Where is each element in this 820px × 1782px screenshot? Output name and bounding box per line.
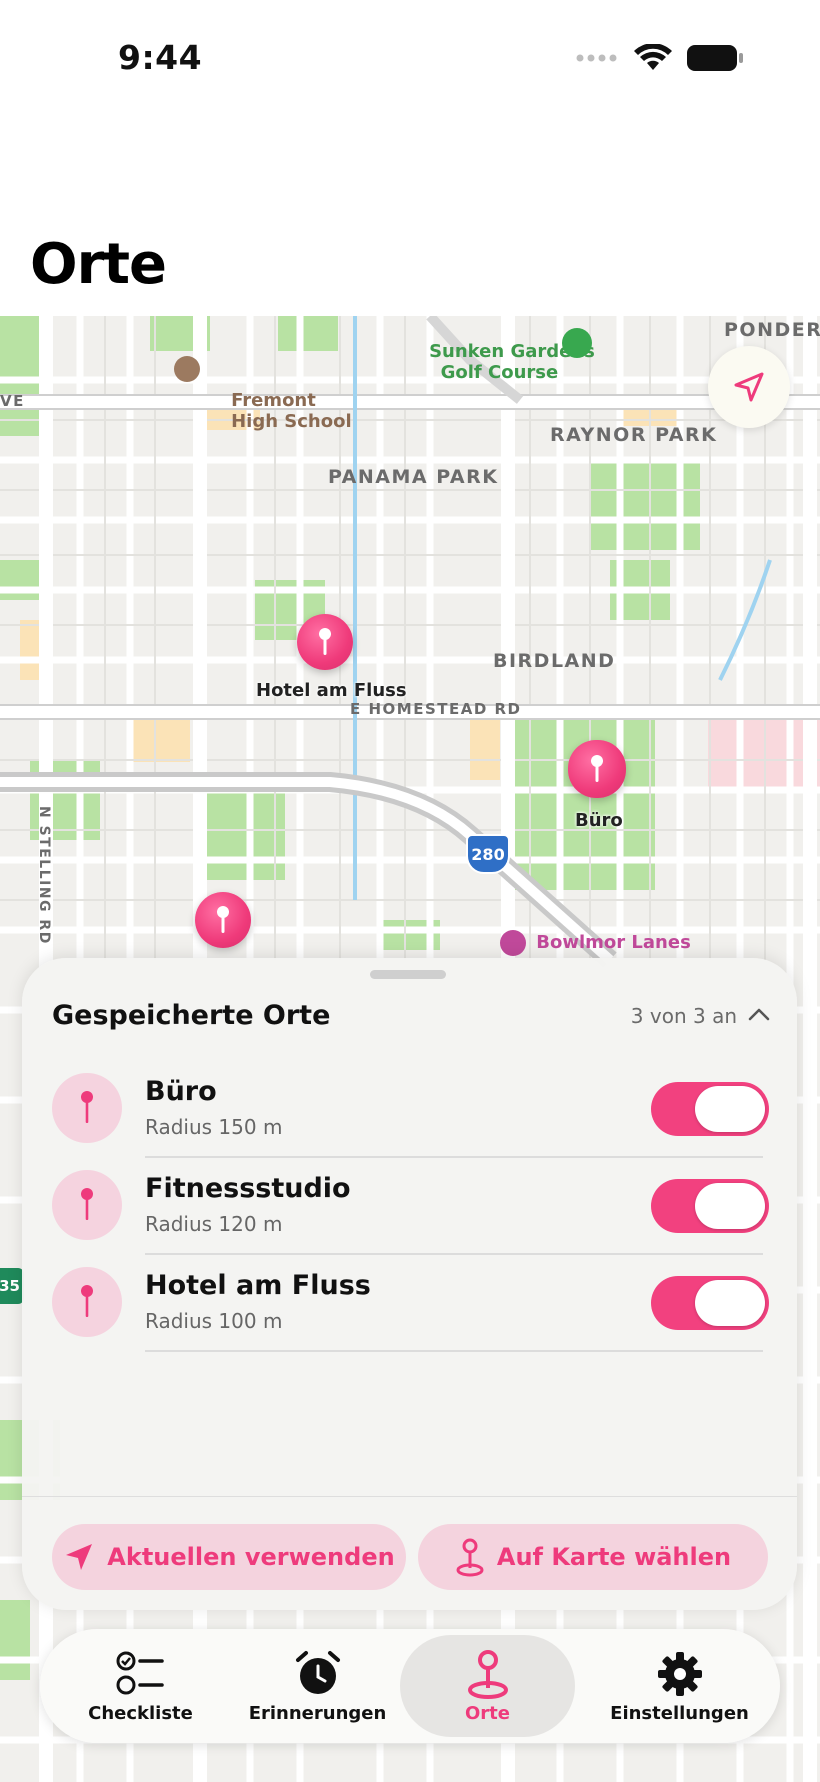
map-pin-icon — [217, 906, 229, 933]
page-title: Orte — [30, 232, 167, 297]
alarm-clock-icon — [294, 1649, 342, 1699]
toggle-knob — [695, 1086, 765, 1132]
place-row-buero[interactable]: Büro Radius 150 m — [52, 1061, 769, 1158]
pick-on-map-button[interactable]: Auf Karte wählen — [418, 1524, 768, 1590]
place-row-fitnessstudio[interactable]: Fitnessstudio Radius 120 m — [52, 1158, 769, 1255]
highway-35-shield: 35 — [0, 1268, 24, 1304]
golf-icon — [562, 328, 592, 358]
cellular-signal-icon — [576, 54, 617, 62]
place-toggle-fitnessstudio[interactable] — [651, 1179, 769, 1233]
place-row-hotel-am-fluss[interactable]: Hotel am Fluss Radius 100 m — [52, 1255, 769, 1352]
map-label-raynor-park: RAYNOR PARK — [550, 424, 718, 446]
status-time: 9:44 — [118, 38, 203, 77]
map-label-bowlmor-lanes: Bowlmor Lanes — [500, 930, 691, 956]
place-name: Büro — [145, 1076, 217, 1107]
battery-icon — [687, 45, 743, 71]
bowling-icon — [500, 930, 526, 956]
map-label-stelling-rd: N STELLING RD — [36, 806, 52, 945]
divider — [145, 1350, 763, 1352]
saved-places-sheet: Gespeicherte Orte 3 von 3 an Büro Radius… — [22, 958, 797, 1610]
location-arrow-icon — [66, 1544, 93, 1570]
tab-erinnerungen[interactable]: Erinnerungen — [230, 1635, 405, 1737]
sheet-footer-divider — [22, 1496, 797, 1497]
map-pin-icon — [591, 755, 603, 782]
use-current-label: Aktuellen verwenden — [107, 1543, 395, 1571]
toggle-knob — [695, 1183, 765, 1229]
place-toggle-buero[interactable] — [651, 1082, 769, 1136]
status-icons — [576, 44, 744, 72]
gear-icon — [656, 1649, 704, 1699]
place-radius: Radius 150 m — [145, 1115, 283, 1139]
place-radius: Radius 100 m — [145, 1309, 283, 1333]
chevron-up-icon[interactable] — [747, 1006, 771, 1022]
place-pin-icon — [52, 1073, 122, 1143]
map-label-fremont: Fremont High School — [174, 348, 352, 453]
tab-einstellungen[interactable]: Einstellungen — [592, 1635, 767, 1737]
map-pin-hotel[interactable] — [297, 614, 353, 670]
map-pin-icon — [319, 628, 331, 655]
location-arrow-icon — [734, 372, 764, 402]
map-pin-label-buero: Büro — [575, 810, 623, 831]
tab-checkliste[interactable]: Checkliste — [53, 1635, 228, 1737]
map-pin-icon — [466, 1649, 510, 1699]
map-label-ponderosa: PONDEROS — [724, 319, 820, 341]
use-current-location-button[interactable]: Aktuellen verwenden — [52, 1524, 406, 1590]
toggle-knob — [695, 1280, 765, 1326]
map-pin-buero[interactable] — [568, 740, 626, 798]
tab-label: Erinnerungen — [248, 1703, 387, 1724]
map-label-golf-course: Sunken Gardens Golf Course — [404, 320, 595, 425]
place-radius: Radius 120 m — [145, 1212, 283, 1236]
tab-label: Einstellungen — [610, 1703, 749, 1724]
place-name: Fitnessstudio — [145, 1173, 351, 1204]
status-bar: 9:44 — [0, 0, 820, 120]
map-pin-label-hotel: Hotel am Fluss — [256, 680, 407, 701]
tab-label: Checkliste — [88, 1703, 193, 1724]
pick-on-map-label: Auf Karte wählen — [496, 1543, 732, 1571]
tab-bar: Checkliste Erinnerungen Orte Einstellung… — [40, 1629, 780, 1743]
tab-orte[interactable]: Orte — [400, 1635, 575, 1737]
place-pin-icon — [52, 1170, 122, 1240]
highway-280-shield: 280 — [466, 834, 510, 874]
tab-label: Orte — [465, 1703, 510, 1724]
sheet-count: 3 von 3 an — [630, 1004, 737, 1028]
map-pin-icon — [456, 1538, 484, 1577]
map-pin-fitness[interactable] — [195, 892, 251, 948]
sheet-title: Gespeicherte Orte — [52, 1000, 331, 1031]
checklist-icon — [116, 1649, 166, 1699]
map-label-birdland: BIRDLAND — [493, 650, 616, 672]
place-pin-icon — [52, 1267, 122, 1337]
place-toggle-hotel-am-fluss[interactable] — [651, 1276, 769, 1330]
locate-me-button[interactable] — [708, 346, 790, 428]
map-label-panama-park: PANAMA PARK — [328, 466, 499, 488]
map-label-ve: VE — [0, 392, 25, 410]
sheet-grabber[interactable] — [370, 970, 446, 979]
place-name: Hotel am Fluss — [145, 1270, 371, 1301]
map-label-homestead-rd: E HOMESTEAD RD — [350, 700, 522, 718]
wifi-icon — [634, 44, 672, 70]
